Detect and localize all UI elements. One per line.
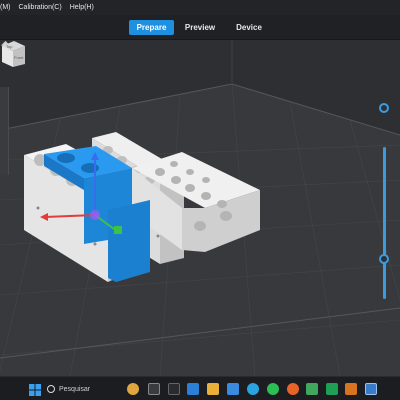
scene-canvas[interactable] [0,40,400,376]
vscode-icon[interactable] [187,383,199,395]
widget-icon[interactable] [127,383,139,395]
view-cube-front-label: Front [14,55,24,60]
menu-item-help[interactable]: Help(H) [70,4,94,11]
menu-bar: (M) Calibration(C) Help(H) [0,0,400,15]
tab-preview[interactable]: Preview [180,20,220,35]
tab-device[interactable]: Device [230,20,268,35]
layer-slider-bottom-handle[interactable] [379,254,389,264]
tab-prepare[interactable]: Prepare [129,20,174,35]
store-icon[interactable] [227,383,239,395]
green-app-icon[interactable] [326,383,338,395]
file-explorer-icon[interactable] [207,383,219,395]
menu-item-m[interactable]: (M) [0,4,11,11]
view-cube-top-label: Top [6,44,13,49]
whatsapp-icon[interactable] [267,383,279,395]
task-view-icon[interactable] [148,383,160,395]
left-toolbar-panel[interactable] [0,87,9,175]
windows-taskbar: Pesquisar [0,376,400,400]
firefox-icon[interactable] [287,383,299,395]
windows-start-icon[interactable] [29,383,41,396]
excel-icon[interactable] [306,383,318,395]
layer-slider-top-handle[interactable] [379,103,389,113]
3d-viewport[interactable]: Top Front [0,40,400,376]
search-icon [47,385,55,393]
top-tab-bar: Prepare Preview Device [0,15,400,40]
orange-app-icon[interactable] [345,383,357,395]
telegram-icon[interactable] [247,383,259,395]
layer-slider-track[interactable] [383,147,386,299]
slicer-app-icon[interactable] [365,383,377,395]
menu-item-calibration[interactable]: Calibration(C) [19,4,62,11]
view-cube[interactable]: Top Front [0,40,26,68]
taskbar-search-label: Pesquisar [59,385,91,393]
app-icon-generic[interactable] [168,383,180,395]
